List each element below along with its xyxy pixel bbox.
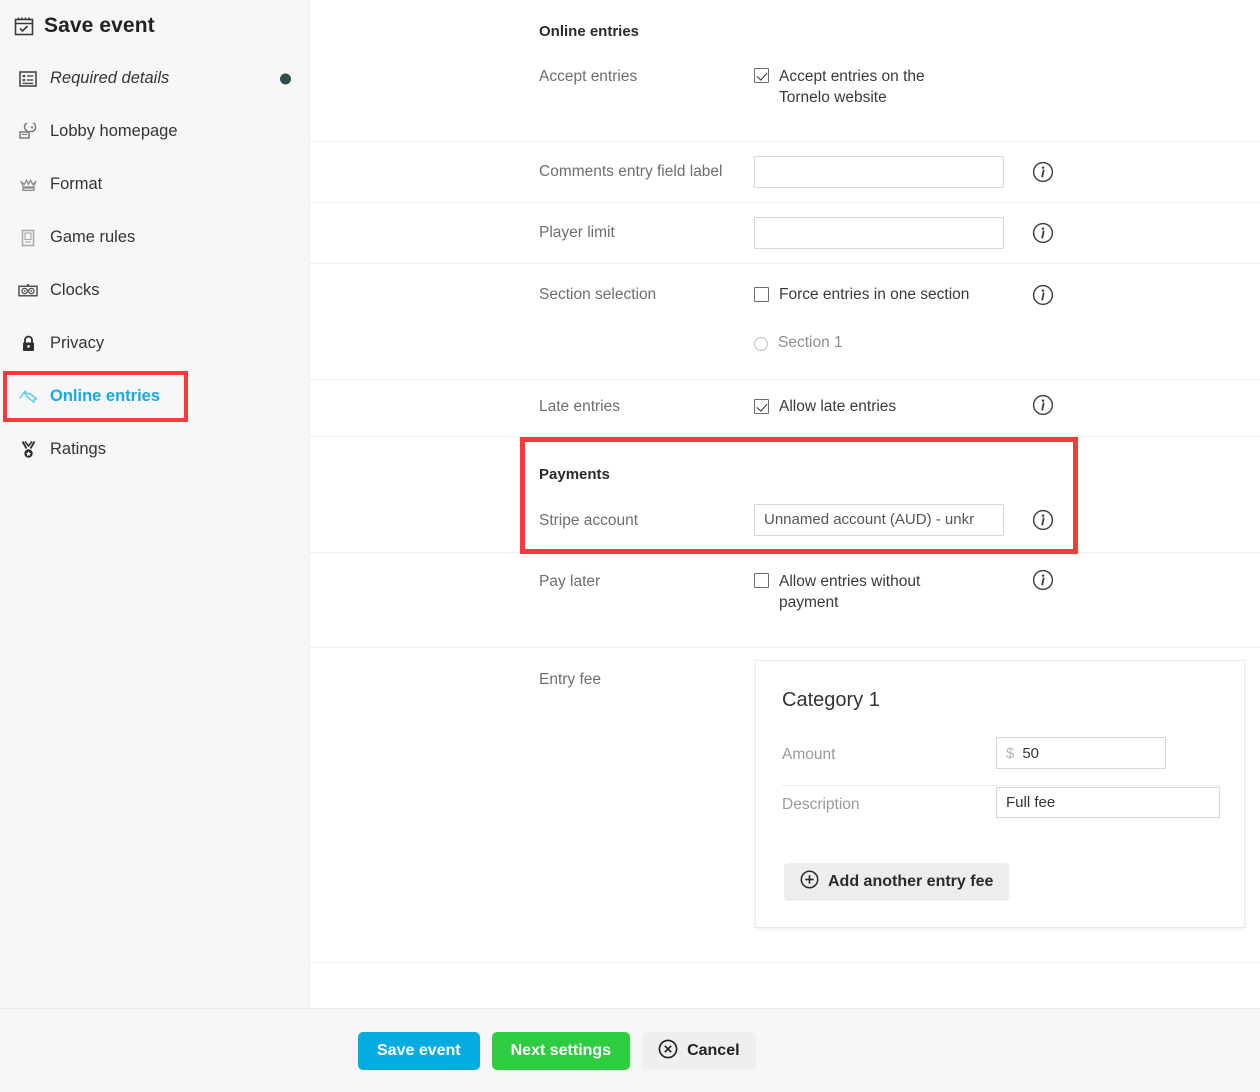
sidebar-item-label: Ratings — [50, 440, 106, 458]
sidebar-nav: Required details Lobby homepage Format G… — [0, 48, 309, 476]
action-bar: Save event Next settings Cancel — [0, 1008, 1260, 1092]
form-list-icon — [18, 69, 38, 89]
info-icon[interactable] — [1032, 394, 1054, 416]
sidebar-header: Save event — [0, 0, 309, 48]
info-icon[interactable] — [1032, 284, 1054, 306]
sidebar-item-clocks[interactable]: Clocks — [0, 264, 309, 317]
accept-entries-checkbox-row[interactable]: Accept entries on the Tornelo website — [754, 66, 979, 108]
row-label-section-selection: Section selection — [539, 286, 657, 303]
stripe-account-select[interactable]: Unnamed account (AUD) - unkr — [754, 504, 1004, 536]
sidebar-item-label: Lobby homepage — [50, 122, 178, 140]
row-section-selection: Section selection Force entries in one s… — [310, 264, 1260, 380]
sidebar-item-required-details[interactable]: Required details — [0, 52, 309, 105]
payments-heading: Payments — [539, 466, 610, 483]
row-label-comments-entry-field: Comments entry field label — [539, 163, 723, 180]
allow-late-entries-checkbox[interactable] — [754, 399, 769, 414]
sidebar-item-ratings[interactable]: Ratings — [0, 423, 309, 476]
force-one-section-checkbox[interactable] — [754, 287, 769, 302]
sidebar-item-label: Format — [50, 175, 103, 193]
calendar-check-icon — [14, 16, 34, 36]
row-pay-later: Pay later Allow entries without payment — [310, 553, 1260, 648]
pay-later-label: Allow entries without payment — [779, 573, 921, 611]
sidebar-item-game-rules[interactable]: Game rules — [0, 211, 309, 264]
lobby-presentation-icon — [18, 122, 38, 142]
padlock-icon — [18, 334, 38, 354]
info-icon[interactable] — [1032, 569, 1054, 591]
cancel-button[interactable]: Cancel — [642, 1032, 756, 1070]
section-1-label: Section 1 — [778, 334, 843, 351]
add-another-entry-fee-button[interactable]: Add another entry fee — [784, 863, 1010, 901]
ticket-icon — [18, 387, 38, 407]
force-one-section-label: Force entries in one section — [779, 286, 970, 303]
row-stripe-account: Stripe account Unnamed account (AUD) - u… — [310, 496, 1260, 553]
page-title: Online entries — [539, 23, 640, 40]
entry-fee-card: Category 1 Amount $ 50 Description Full … — [755, 660, 1245, 928]
fee-amount-value: 50 — [1022, 744, 1040, 762]
save-event-button[interactable]: Save event — [358, 1032, 480, 1070]
pay-later-checkbox-row[interactable]: Allow entries without payment — [754, 571, 959, 613]
currency-symbol: $ — [1006, 744, 1015, 762]
row-label-pay-later: Pay later — [539, 573, 601, 590]
section-1-radio-row[interactable]: Section 1 — [754, 334, 843, 352]
info-icon[interactable] — [1032, 222, 1054, 244]
medal-icon — [18, 440, 38, 460]
sidebar-item-label: Clocks — [50, 281, 100, 299]
force-one-section-checkbox-row[interactable]: Force entries in one section — [754, 285, 969, 304]
fee-category-title: Category 1 — [782, 689, 880, 711]
info-icon[interactable] — [1032, 509, 1054, 531]
row-player-limit: Player limit — [310, 203, 1260, 264]
sidebar-item-label: Privacy — [50, 334, 105, 352]
settings-content: Online entries Accept entries Accept ent… — [310, 0, 1260, 1008]
required-details-status-dot — [280, 73, 291, 84]
row-accept-entries: Accept entries Accept entries on the Tor… — [310, 52, 1260, 142]
row-late-entries: Late entries Allow late entries — [310, 380, 1260, 437]
sidebar-item-online-entries[interactable]: Online entries — [0, 370, 309, 423]
accept-entries-checkbox-label: Accept entries on the Tornelo website — [779, 68, 925, 106]
row-label-stripe-account: Stripe account — [539, 512, 639, 529]
row-label-player-limit: Player limit — [539, 224, 615, 241]
player-limit-input[interactable] — [754, 217, 1004, 249]
fee-card-divider — [782, 785, 1220, 786]
fee-description-label: Description — [782, 796, 860, 813]
comments-entry-field-input[interactable] — [754, 156, 1004, 188]
sidebar-item-label: Online entries — [50, 387, 161, 405]
fee-amount-input[interactable]: $ 50 — [996, 737, 1166, 769]
next-settings-button[interactable]: Next settings — [491, 1032, 631, 1070]
pay-later-checkbox[interactable] — [754, 573, 769, 588]
sidebar-item-privacy[interactable]: Privacy — [0, 317, 309, 370]
section-1-radio[interactable] — [754, 337, 768, 351]
fee-description-input[interactable]: Full fee — [996, 787, 1220, 818]
cancel-button-label: Cancel — [687, 1042, 740, 1059]
plus-circle-icon — [800, 870, 819, 894]
sidebar-item-format[interactable]: Format — [0, 158, 309, 211]
close-circle-icon — [658, 1039, 678, 1064]
accept-entries-checkbox[interactable] — [754, 68, 769, 83]
row-comments-entry-field: Comments entry field label — [310, 142, 1260, 203]
settings-sidebar: Save event Required details Lobby homepa… — [0, 0, 310, 1008]
allow-late-entries-checkbox-row[interactable]: Allow late entries — [754, 397, 896, 416]
row-label-entry-fee: Entry fee — [539, 671, 602, 688]
allow-late-entries-label: Allow late entries — [779, 398, 897, 415]
format-crown-icon — [18, 175, 38, 195]
add-another-entry-fee-label: Add another entry fee — [828, 873, 994, 890]
sidebar-item-label: Required details — [50, 69, 170, 87]
sidebar-item-lobby-homepage[interactable]: Lobby homepage — [0, 105, 309, 158]
event-settings-page: Save event Required details Lobby homepa… — [0, 0, 1260, 1092]
sidebar-title: Save event — [44, 14, 155, 37]
info-icon[interactable] — [1032, 161, 1054, 183]
sidebar-item-label: Game rules — [50, 228, 136, 246]
fee-amount-label: Amount — [782, 746, 836, 763]
row-label-late-entries: Late entries — [539, 398, 620, 415]
game-rules-book-icon — [18, 228, 38, 248]
row-label-accept-entries: Accept entries — [539, 68, 638, 85]
chess-clock-icon — [18, 281, 38, 301]
